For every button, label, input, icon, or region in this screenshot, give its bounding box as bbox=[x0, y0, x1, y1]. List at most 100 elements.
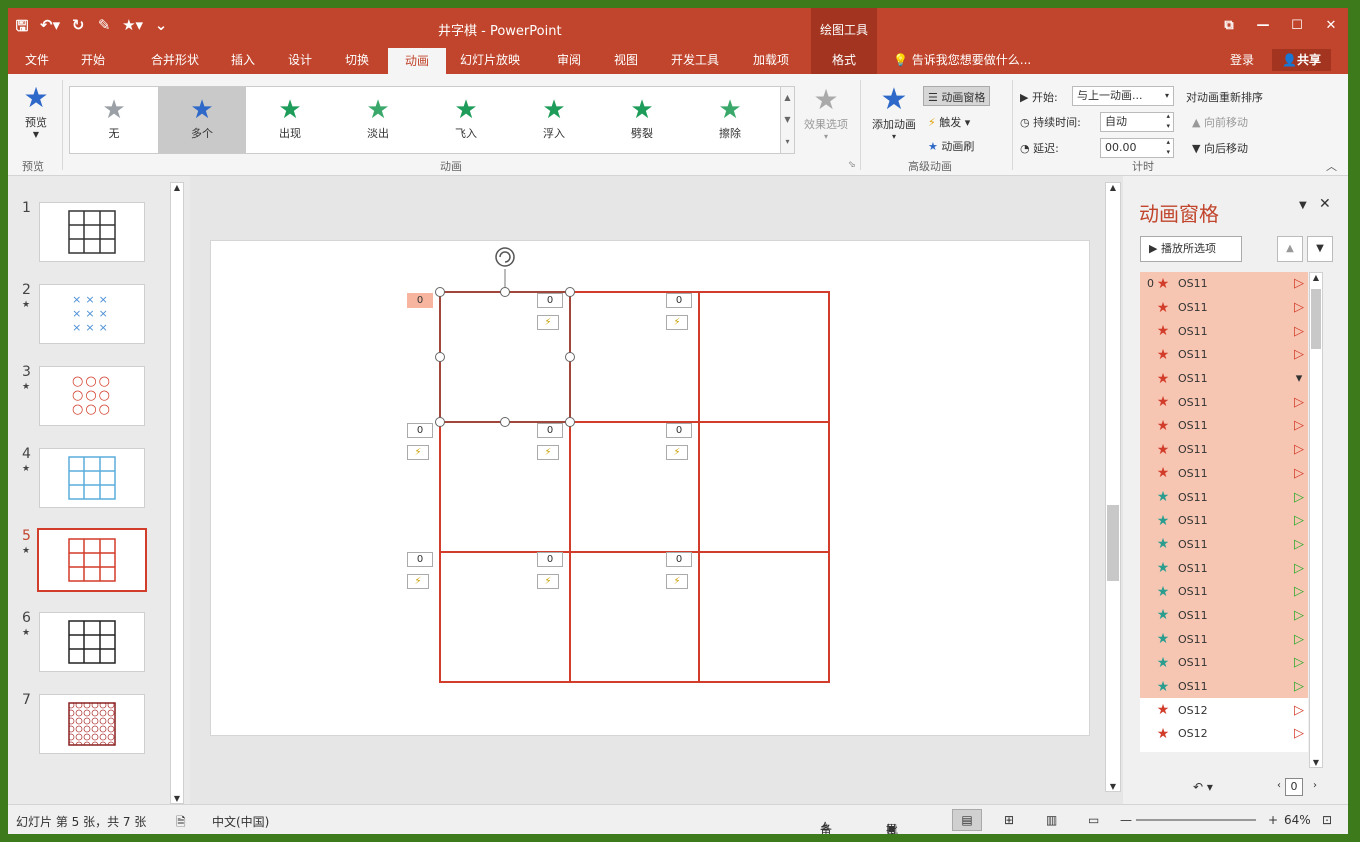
slide-thumbnail[interactable] bbox=[39, 202, 145, 262]
seconds-dropdown-icon[interactable]: ↶ ▾ bbox=[1193, 780, 1213, 794]
tab-addins[interactable]: 加载项 bbox=[738, 46, 804, 74]
close-pane-icon[interactable]: ✕ bbox=[1319, 196, 1331, 212]
trigger-bolt-icon[interactable]: ⚡ bbox=[407, 445, 429, 460]
animation-list-item[interactable]: ★ OS11 ▷ bbox=[1140, 532, 1308, 557]
move-up-button[interactable]: ▲ bbox=[1277, 236, 1303, 262]
duration-input[interactable]: 自动 ▴ ▾ bbox=[1100, 112, 1174, 132]
slide-sorter-icon[interactable]: ⊞ bbox=[1004, 813, 1014, 827]
tab-format[interactable]: 格式 bbox=[811, 46, 877, 74]
scroll-down-icon[interactable]: ▼ bbox=[1106, 782, 1120, 791]
trigger-bolt-icon[interactable]: ⚡ bbox=[666, 315, 688, 330]
zoom-in-icon[interactable]: + bbox=[1268, 813, 1278, 827]
animation-gallery-item[interactable]: ★ 多个 bbox=[158, 87, 246, 153]
scroll-up-icon[interactable]: ▲ bbox=[1310, 273, 1322, 282]
animation-tag[interactable]: 0 bbox=[537, 552, 563, 567]
animation-tag[interactable]: 0 bbox=[537, 423, 563, 438]
trigger-bolt-icon[interactable]: ⚡ bbox=[537, 445, 559, 460]
animation-list-item[interactable]: 0 ★ OS11 ▷ bbox=[1140, 272, 1308, 296]
undo-icon[interactable]: ↶▾ bbox=[40, 16, 60, 41]
zoom-prev-icon[interactable]: ‹ bbox=[1277, 780, 1281, 791]
tab-slideshow[interactable]: 幻灯片放映 bbox=[452, 46, 528, 74]
animation-list-item[interactable]: ★ OS11 ▷ bbox=[1140, 390, 1308, 415]
spinner-icon[interactable]: ▴ ▾ bbox=[1166, 111, 1170, 131]
redo-icon[interactable]: ↻ bbox=[70, 16, 86, 41]
format-painter-icon[interactable]: ✎ bbox=[96, 16, 112, 41]
item-menu-icon[interactable]: ▾ bbox=[1290, 371, 1308, 386]
move-later-button[interactable]: ▼ 向后移动 bbox=[1192, 140, 1248, 156]
resize-handle[interactable] bbox=[500, 287, 510, 297]
share-button[interactable]: 👤共享 bbox=[1272, 49, 1331, 71]
animation-painter-button[interactable]: ★ 动画刷 bbox=[928, 138, 974, 154]
animation-list-item[interactable]: ★ OS11 ▷ bbox=[1140, 295, 1308, 320]
animation-gallery-item[interactable]: ★ 劈裂 bbox=[598, 87, 686, 153]
gallery-scroll[interactable]: ▲ ▼ ▾ bbox=[781, 86, 795, 154]
trigger-bolt-icon[interactable]: ⚡ bbox=[666, 445, 688, 460]
animation-pane-button[interactable]: ☰ 动画窗格 bbox=[923, 86, 991, 106]
slideshow-view-icon[interactable]: ▭ bbox=[1088, 813, 1099, 827]
slide-thumbnail[interactable] bbox=[39, 694, 145, 754]
ribbon-display-icon[interactable]: ⧉ bbox=[1212, 8, 1246, 44]
resize-handle[interactable] bbox=[435, 417, 445, 427]
slide-thumbnail[interactable]: ○○○ ○○○ ○○○ bbox=[39, 366, 145, 426]
reading-view-icon[interactable]: ▥ bbox=[1046, 813, 1057, 827]
save-icon[interactable]: 🖫 bbox=[14, 16, 30, 41]
tab-file[interactable]: 文件 bbox=[12, 46, 62, 74]
animation-list-item[interactable]: ★ OS11 ▷ bbox=[1140, 674, 1308, 699]
animation-gallery-item[interactable]: ★ 出现 bbox=[246, 87, 334, 153]
tab-view[interactable]: 视图 bbox=[600, 46, 652, 74]
play-selected-button[interactable]: ▶ 播放所选项 bbox=[1140, 236, 1242, 262]
dialog-launcher-icon[interactable]: ⬂ bbox=[848, 160, 856, 170]
tab-insert[interactable]: 插入 bbox=[218, 46, 268, 74]
animation-list-item[interactable]: ★ OS11 ▷ bbox=[1140, 508, 1308, 533]
trigger-bolt-icon[interactable]: ⚡ bbox=[407, 574, 429, 589]
tab-merge-shapes[interactable]: 合并形状 bbox=[136, 46, 214, 74]
zoom-level[interactable]: 64% bbox=[1284, 813, 1311, 827]
animation-tag[interactable]: 0 bbox=[407, 423, 433, 438]
zoom-next-icon[interactable]: › bbox=[1313, 780, 1317, 791]
animation-tag[interactable]: 0 bbox=[407, 293, 433, 308]
customize-qat-icon[interactable]: ⌄ bbox=[153, 16, 169, 41]
resize-handle[interactable] bbox=[565, 287, 575, 297]
tab-review[interactable]: 审阅 bbox=[544, 46, 594, 74]
animation-list-item[interactable]: ★ OS11 ▷ bbox=[1140, 437, 1308, 462]
animation-tag[interactable]: 0 bbox=[666, 293, 692, 308]
delay-spinner-icon[interactable]: ▴ ▾ bbox=[1166, 137, 1170, 157]
animation-list-item[interactable]: ★ OS11 ▷ bbox=[1140, 603, 1308, 628]
animation-list-item[interactable]: ★ OS11 ▷ bbox=[1140, 319, 1308, 344]
scroll-up-icon[interactable]: ▲ bbox=[171, 183, 183, 192]
current-slide[interactable]: 0 0 ⚡ 0 ⚡ 0 ⚡ 0 ⚡ 0 ⚡ 0 ⚡ 0 ⚡ 0 ⚡ bbox=[210, 240, 1090, 736]
slide-thumbnail[interactable] bbox=[37, 528, 147, 592]
animation-list-item[interactable]: ★ OS11 ▷ bbox=[1140, 461, 1308, 486]
animation-list-item[interactable]: ★ OS11 ▷ bbox=[1140, 556, 1308, 580]
slide-thumbnail[interactable] bbox=[39, 612, 145, 672]
animation-tag[interactable]: 0 bbox=[407, 552, 433, 567]
animation-list-scrollbar[interactable]: ▲ ▼ bbox=[1309, 272, 1323, 768]
animation-list-item[interactable]: ★ OS12 ▷ bbox=[1140, 722, 1308, 746]
scroll-thumb[interactable] bbox=[1311, 289, 1321, 349]
tab-animations[interactable]: 动画 bbox=[388, 48, 446, 74]
trigger-button[interactable]: ⚡ 触发 ▾ bbox=[928, 114, 970, 130]
pane-options-icon[interactable]: ▼ bbox=[1299, 200, 1307, 211]
tab-developer[interactable]: 开发工具 bbox=[658, 46, 732, 74]
login-link[interactable]: 登录 bbox=[1230, 46, 1254, 74]
tell-me-box[interactable]: 💡 告诉我您想要做什么... bbox=[893, 46, 1031, 74]
zoom-out-icon[interactable]: — bbox=[1120, 813, 1132, 827]
close-icon[interactable]: ✕ bbox=[1314, 8, 1348, 44]
scroll-down-icon[interactable]: ▼ bbox=[171, 794, 183, 803]
effect-options-button[interactable]: ★ 效果选项 ▾ bbox=[798, 84, 854, 142]
preview-button[interactable]: ★ 预览 ▼ bbox=[18, 82, 54, 140]
resize-handle[interactable] bbox=[565, 417, 575, 427]
normal-view-icon[interactable]: ▤ bbox=[952, 809, 982, 831]
star-icon[interactable]: ★▾ bbox=[122, 16, 143, 41]
collapse-ribbon-icon[interactable]: ︿ bbox=[1326, 158, 1337, 174]
animation-gallery-item[interactable]: ★ 淡出 bbox=[334, 87, 422, 153]
animation-tag[interactable]: 0 bbox=[666, 423, 692, 438]
animation-gallery-item[interactable]: ★ 擦除 bbox=[686, 87, 774, 153]
trigger-bolt-icon[interactable]: ⚡ bbox=[537, 574, 559, 589]
resize-handle[interactable] bbox=[435, 352, 445, 362]
trigger-bolt-icon[interactable]: ⚡ bbox=[537, 315, 559, 330]
move-down-button[interactable]: ▼ bbox=[1307, 236, 1333, 262]
animation-list-item[interactable]: ★ OS12 ▷ bbox=[1140, 698, 1308, 722]
minimize-icon[interactable]: — bbox=[1246, 8, 1280, 44]
animation-gallery-item[interactable]: ★ 无 bbox=[70, 87, 158, 153]
